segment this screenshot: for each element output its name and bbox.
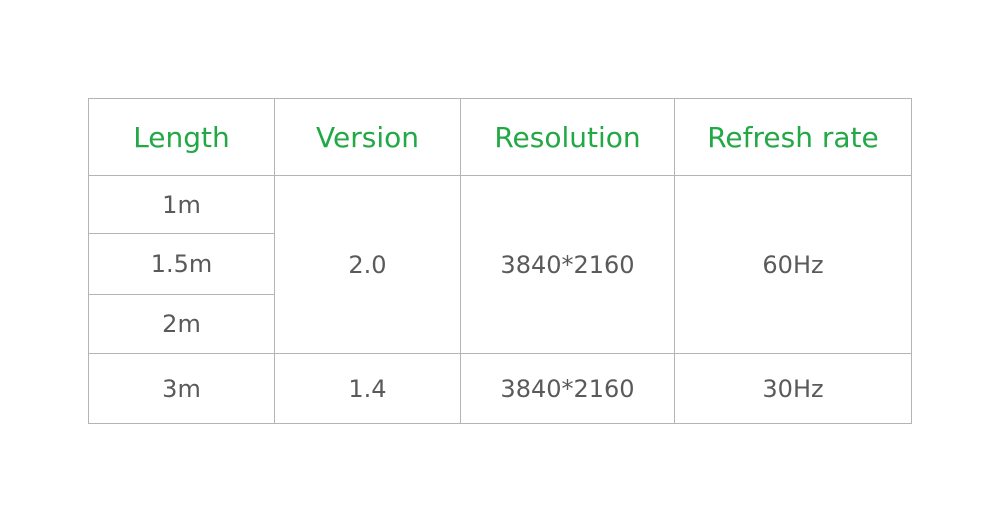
length-cell: 3m bbox=[88, 353, 275, 424]
header-length: Length bbox=[88, 98, 275, 176]
refresh-rate-cell: 60Hz bbox=[674, 175, 912, 354]
header-row: Length Version Resolution Refresh rate bbox=[88, 98, 912, 176]
version-cell: 1.4 bbox=[274, 353, 461, 424]
header-refresh-rate: Refresh rate bbox=[674, 98, 912, 176]
spec-table: Length Version Resolution Refresh rate 1… bbox=[88, 98, 912, 424]
version-cell: 2.0 bbox=[274, 175, 461, 354]
table-row: 1m 2.0 3840*2160 60Hz bbox=[88, 175, 912, 354]
table-row: 3m 1.4 3840*2160 30Hz bbox=[88, 353, 912, 424]
header-version: Version bbox=[274, 98, 461, 176]
length-cell: 1m bbox=[88, 175, 275, 234]
header-resolution: Resolution bbox=[460, 98, 675, 176]
length-cell: 2m bbox=[88, 294, 275, 354]
refresh-rate-cell: 30Hz bbox=[674, 353, 912, 424]
resolution-cell: 3840*2160 bbox=[460, 353, 675, 424]
length-cell: 1.5m bbox=[88, 233, 275, 295]
resolution-cell: 3840*2160 bbox=[460, 175, 675, 354]
